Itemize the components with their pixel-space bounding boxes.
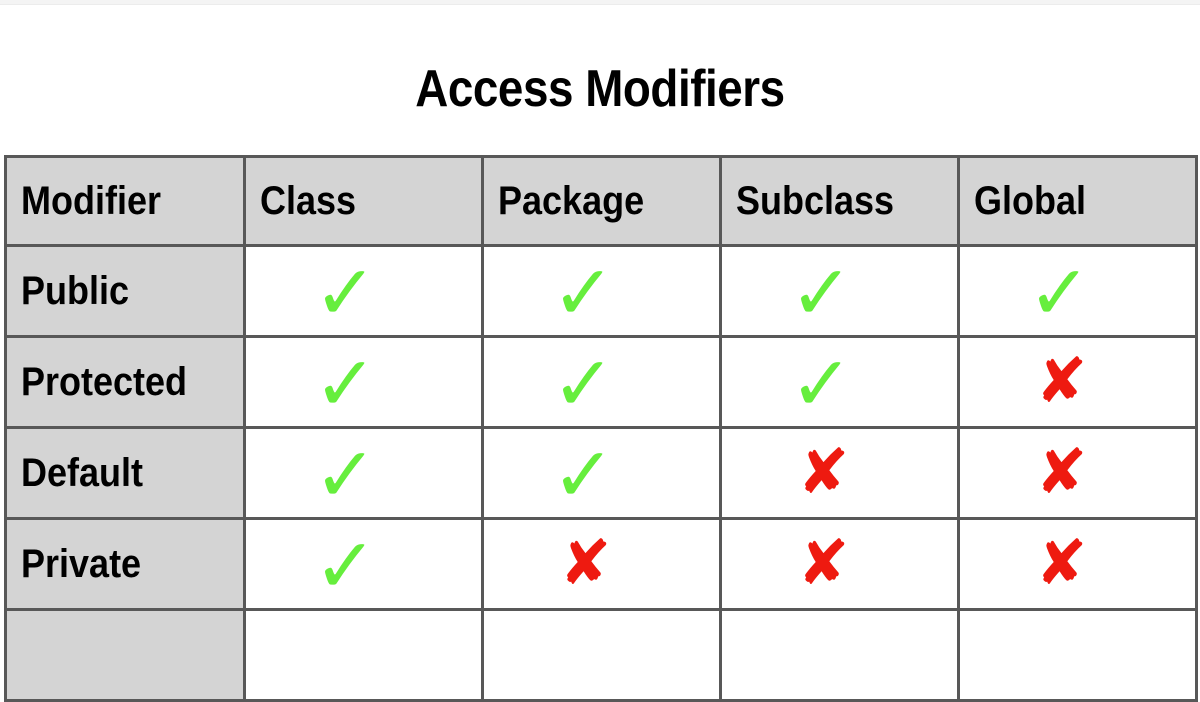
check-icon: ✓ — [313, 248, 378, 337]
table-row: Private ✓ ✘ ✘ ✘ — [4, 517, 1198, 611]
cell-default-subclass: ✘ — [719, 426, 960, 520]
cell-private-class: ✓ — [243, 517, 484, 611]
column-header-package-label: Package — [498, 178, 645, 223]
check-icon: ✓ — [789, 248, 854, 337]
row-label-private: Private — [4, 517, 246, 611]
column-header-global: Global — [957, 155, 1198, 247]
row-label-protected: Protected — [4, 335, 246, 429]
access-modifiers-table: Modifier Class Package Subclass Global P… — [4, 155, 1198, 702]
cell-public-subclass: ✓ — [719, 244, 960, 338]
cell-private-global: ✘ — [957, 517, 1198, 611]
column-header-global-label: Global — [974, 178, 1087, 223]
table-row: Protected ✓ ✓ ✓ ✘ — [4, 335, 1198, 429]
check-icon: ✓ — [551, 248, 616, 337]
column-header-modifier: Modifier — [4, 155, 246, 247]
cell-public-package: ✓ — [481, 244, 722, 338]
check-icon: ✓ — [313, 430, 378, 519]
cell-default-package: ✓ — [481, 426, 722, 520]
cell-empty-package — [481, 608, 722, 702]
table-header-row: Modifier Class Package Subclass Global — [4, 155, 1198, 247]
cell-default-global: ✘ — [957, 426, 1198, 520]
cross-icon: ✘ — [797, 526, 850, 599]
cell-public-class: ✓ — [243, 244, 484, 338]
check-icon: ✓ — [551, 430, 616, 519]
cross-icon: ✘ — [1035, 526, 1088, 599]
check-icon: ✓ — [1027, 248, 1092, 337]
row-label-text: Private — [21, 541, 142, 586]
cell-default-class: ✓ — [243, 426, 484, 520]
cross-icon: ✘ — [1035, 344, 1088, 417]
row-label-empty — [4, 608, 246, 702]
table-row: Default ✓ ✓ ✘ ✘ — [4, 426, 1198, 520]
column-header-package: Package — [481, 155, 722, 247]
cell-empty-class — [243, 608, 484, 702]
check-icon: ✓ — [551, 339, 616, 428]
cell-protected-package: ✓ — [481, 335, 722, 429]
row-label-text: Protected — [21, 359, 188, 404]
cell-private-package: ✘ — [481, 517, 722, 611]
column-header-subclass-label: Subclass — [736, 178, 895, 223]
cross-icon: ✘ — [797, 435, 850, 508]
cell-protected-class: ✓ — [243, 335, 484, 429]
row-label-default: Default — [4, 426, 246, 520]
column-header-subclass: Subclass — [719, 155, 960, 247]
cell-protected-global: ✘ — [957, 335, 1198, 429]
cross-icon: ✘ — [1035, 435, 1088, 508]
column-header-modifier-label: Modifier — [21, 178, 161, 223]
check-icon: ✓ — [313, 521, 378, 610]
column-header-class: Class — [243, 155, 484, 247]
table-row — [4, 608, 1198, 702]
row-label-text: Public — [21, 268, 130, 313]
cross-icon: ✘ — [559, 526, 612, 599]
cell-empty-subclass — [719, 608, 960, 702]
cell-private-subclass: ✘ — [719, 517, 960, 611]
column-header-class-label: Class — [260, 178, 357, 223]
cell-protected-subclass: ✓ — [719, 335, 960, 429]
check-icon: ✓ — [789, 339, 854, 428]
table-body: Public ✓ ✓ ✓ ✓ Protected ✓ ✓ ✓ ✘ Default ✓ ✓ ✘ ✘ Privat… — [4, 244, 1198, 702]
row-label-text: Default — [21, 450, 144, 495]
table-row: Public ✓ ✓ ✓ ✓ — [4, 244, 1198, 338]
row-label-public: Public — [4, 244, 246, 338]
cell-public-global: ✓ — [957, 244, 1198, 338]
page-title: Access Modifiers — [415, 60, 785, 118]
top-edge-strip — [0, 0, 1200, 5]
cell-empty-global — [957, 608, 1198, 702]
check-icon: ✓ — [313, 339, 378, 428]
